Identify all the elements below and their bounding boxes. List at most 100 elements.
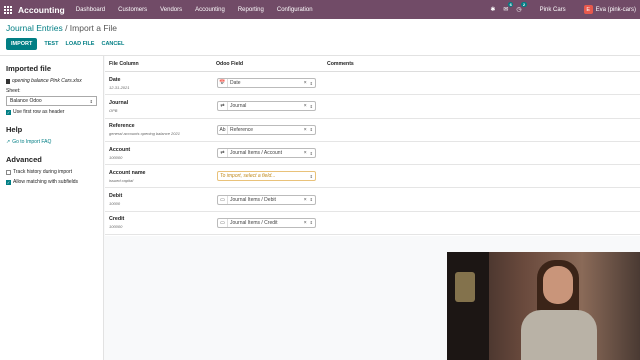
activity-count-badge: 2 xyxy=(521,2,527,7)
column-name: Date xyxy=(109,76,121,83)
table-row: Date 12-31-2021 📅 Date × ⇕ xyxy=(105,72,640,96)
menu-dashboard[interactable]: Dashboard xyxy=(76,7,105,13)
table-row: Account 100000 ⇄ Journal Items / Account × ⇕ xyxy=(105,142,640,166)
odoo-field-value: Journal xyxy=(230,103,247,110)
updown-icon: ⇕ xyxy=(309,103,313,109)
imported-file-heading: Imported file xyxy=(6,64,52,73)
file-column-cell: Reference general accounts opening balanc… xyxy=(109,123,180,136)
updown-icon: ⇕ xyxy=(309,197,313,203)
help-heading: Help xyxy=(6,125,23,134)
clear-icon[interactable]: × xyxy=(304,150,307,156)
import-button[interactable]: IMPORT xyxy=(6,38,38,50)
odoo-field-select[interactable]: ▭ Journal Items / Credit × ⇕ xyxy=(217,217,316,228)
table-row: Reference general accounts opening balanc… xyxy=(105,119,640,142)
file-name: opening balance Pink Cars.xlsx xyxy=(12,78,82,84)
external-link-icon: ↗ xyxy=(6,139,11,145)
allow-matching-label: Allow matching with subfields xyxy=(13,179,79,185)
column-name: Journal xyxy=(109,99,129,106)
breadcrumb-current: Import a File xyxy=(69,23,118,33)
field-type-icon: ▭ xyxy=(218,218,228,227)
column-sample: OPB xyxy=(109,107,118,113)
sheet-label: Sheet: xyxy=(6,88,21,94)
import-sidebar: Imported file opening balance Pink Cars.… xyxy=(0,56,104,360)
field-type-icon: ⇄ xyxy=(218,102,228,111)
updown-icon: ⇕ xyxy=(309,173,313,179)
column-sample: 100000 xyxy=(109,154,123,160)
user-name: Eva (pink-cars) xyxy=(595,6,636,13)
odoo-field-select[interactable]: 📅 Date × ⇕ xyxy=(217,78,316,89)
column-sample: issued capital xyxy=(109,177,134,183)
mapping-table: File Column Odoo Field Comments Date 12-3… xyxy=(105,56,640,236)
sheet-value: Balance Odoo xyxy=(10,98,42,104)
sheet-select[interactable]: Balance Odoo ⇕ xyxy=(6,96,97,106)
chat-icon[interactable]: ✉ 6 xyxy=(503,2,514,13)
updown-icon: ⇕ xyxy=(309,80,313,86)
avatar: E xyxy=(583,5,593,14)
file-column-cell: Debit 10000 xyxy=(109,193,122,206)
allow-matching-checkbox[interactable]: ✓ xyxy=(6,179,11,185)
column-sample: general accounts opening balance 2021 xyxy=(109,131,180,137)
field-type-icon: 📅 xyxy=(218,79,228,88)
table-header: File Column Odoo Field Comments xyxy=(105,56,640,72)
odoo-field-select[interactable]: ⇄ Journal Items / Account × ⇕ xyxy=(217,148,316,159)
company-switcher[interactable]: Pink Cars xyxy=(540,7,566,13)
column-name: Debit xyxy=(109,193,123,200)
file-column-cell: Credit 100000 xyxy=(109,216,124,229)
odoo-field-value: Date xyxy=(230,80,241,87)
odoo-field-value: To import, select a field... xyxy=(220,173,276,180)
track-history-checkbox[interactable] xyxy=(6,169,11,175)
table-row: Debit 10000 ▭ Journal Items / Debit × ⇕ xyxy=(105,188,640,212)
table-row: Credit 100000 ▭ Journal Items / Credit × ⇕ xyxy=(105,212,640,236)
column-name: Credit xyxy=(109,216,125,223)
user-menu[interactable]: E Eva (pink-cars) xyxy=(583,5,636,14)
load-file-button[interactable]: LOAD FILE xyxy=(65,38,94,50)
clear-icon[interactable]: × xyxy=(304,80,307,86)
header-file-column: File Column xyxy=(109,60,139,67)
column-sample: 10000 xyxy=(109,201,121,207)
odoo-field-select[interactable]: To import, select a field... ⇕ xyxy=(217,171,316,182)
file-column-cell: Date 12-31-2021 xyxy=(109,77,129,90)
table-row: Account name issued capital To import, sel… xyxy=(105,165,640,189)
column-sample: 12-31-2021 xyxy=(109,84,130,90)
apps-menu-icon[interactable] xyxy=(4,5,12,14)
activity-icon[interactable]: ◷ 2 xyxy=(516,2,527,13)
odoo-field-value: Journal Items / Debit xyxy=(230,196,276,203)
test-button[interactable]: TEST xyxy=(44,38,58,50)
field-type-icon: ⇄ xyxy=(218,149,228,158)
odoo-field-value: Reference xyxy=(230,126,254,133)
advanced-heading: Advanced xyxy=(6,155,42,164)
breadcrumb: Journal Entries / Import a File xyxy=(6,23,117,33)
updown-icon: ⇕ xyxy=(309,127,313,133)
chat-count-badge: 6 xyxy=(508,2,514,7)
field-type-icon: ▭ xyxy=(218,195,228,204)
clear-icon[interactable]: × xyxy=(304,103,307,109)
menu-customers[interactable]: Customers xyxy=(118,7,147,13)
column-name: Reference xyxy=(109,123,135,130)
bug-icon[interactable]: ✱ xyxy=(490,6,495,13)
import-faq-link[interactable]: Go to Import FAQ xyxy=(12,139,51,145)
clear-icon[interactable]: × xyxy=(304,220,307,226)
menu-vendors[interactable]: Vendors xyxy=(160,7,182,13)
breadcrumb-journal-entries[interactable]: Journal Entries xyxy=(6,23,63,33)
cancel-button[interactable]: CANCEL xyxy=(101,38,124,50)
odoo-field-select[interactable]: ⇄ Journal × ⇕ xyxy=(217,101,316,112)
breadcrumb-separator: / xyxy=(62,23,70,33)
control-panel: Journal Entries / Import a File IMPORT T… xyxy=(0,19,640,56)
clear-icon[interactable]: × xyxy=(304,127,307,133)
menu-configuration[interactable]: Configuration xyxy=(277,7,313,13)
app-name[interactable]: Accounting xyxy=(18,5,65,15)
field-type-icon: Ab xyxy=(218,125,228,134)
menu-reporting[interactable]: Reporting xyxy=(238,7,264,13)
clear-icon[interactable]: × xyxy=(304,197,307,203)
odoo-field-value: Journal Items / Credit xyxy=(230,219,278,226)
first-row-header-checkbox[interactable]: ✓ xyxy=(6,109,11,115)
header-comments: Comments xyxy=(327,60,354,67)
odoo-field-select[interactable]: ▭ Journal Items / Debit × ⇕ xyxy=(217,194,316,205)
presenter-video xyxy=(447,252,640,360)
odoo-field-select[interactable]: Ab Reference × ⇕ xyxy=(217,124,316,135)
column-name: Account xyxy=(109,146,131,153)
menu-accounting[interactable]: Accounting xyxy=(195,7,225,13)
file-column-cell: Account name issued capital xyxy=(109,170,146,183)
top-navbar: Accounting Dashboard Customers Vendors A… xyxy=(0,0,640,19)
odoo-field-value: Journal Items / Account xyxy=(230,150,282,157)
